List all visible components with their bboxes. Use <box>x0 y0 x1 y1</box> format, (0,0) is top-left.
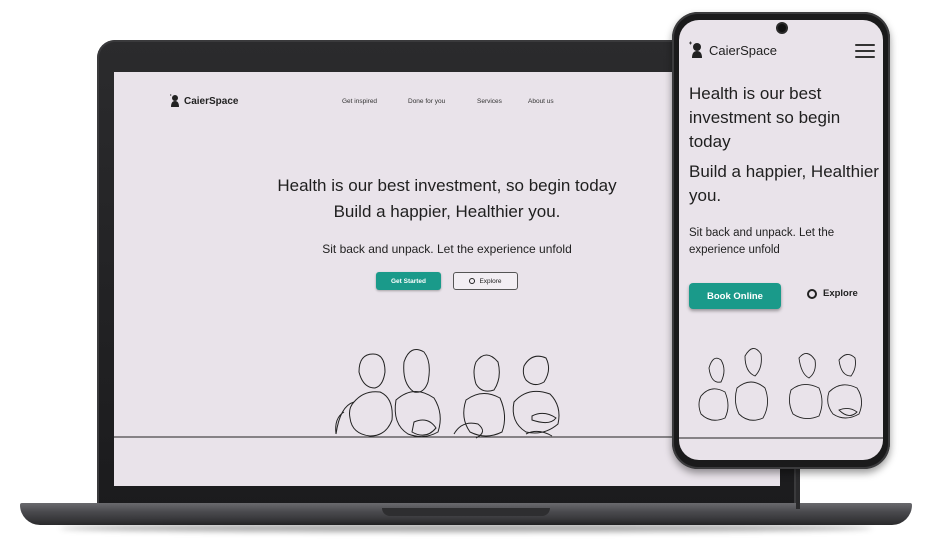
logo-icon <box>170 94 179 107</box>
phone-camera <box>778 24 786 32</box>
laptop-notch <box>382 508 550 516</box>
mobile-subtext: Sit back and unpack. Let the experience … <box>689 227 835 256</box>
phone-cable <box>796 469 800 509</box>
nav-about-us[interactable]: About us <box>528 98 554 105</box>
people-line-illustration <box>679 348 883 439</box>
book-online-button[interactable]: Book Online <box>689 283 781 309</box>
brand-name: CaierSpace <box>709 42 777 58</box>
mobile-logo[interactable]: CaierSpace <box>689 41 777 59</box>
get-started-label: Get Started <box>390 277 427 285</box>
laptop-shadow <box>60 524 872 532</box>
nav-services[interactable]: Services <box>477 98 502 105</box>
desktop-logo[interactable]: CaierSpace <box>170 94 238 108</box>
brand-name: CaierSpace <box>184 95 239 107</box>
mobile-explore-button[interactable]: Explore <box>807 288 858 299</box>
explore-button[interactable]: Explore <box>453 272 518 290</box>
mobile-headline-line1: Health is our best investment so begin t… <box>689 84 841 151</box>
explore-label: Explore <box>479 277 502 285</box>
nav-done-for-you[interactable]: Done for you <box>408 98 445 105</box>
logo-icon <box>689 41 702 58</box>
book-online-label: Book Online <box>707 290 763 302</box>
nav-get-inspired[interactable]: Get inspired <box>342 98 377 105</box>
mobile-headline-line2: Build a happier, Healthier you. <box>689 162 879 205</box>
mobile-page: CaierSpace Health is our best investment… <box>679 20 883 460</box>
mobile-explore-label: Explore <box>823 288 858 299</box>
get-started-button[interactable]: Get Started <box>376 272 441 290</box>
circle-icon <box>807 288 817 299</box>
circle-icon <box>469 278 476 284</box>
hamburger-menu-icon[interactable] <box>855 44 875 58</box>
